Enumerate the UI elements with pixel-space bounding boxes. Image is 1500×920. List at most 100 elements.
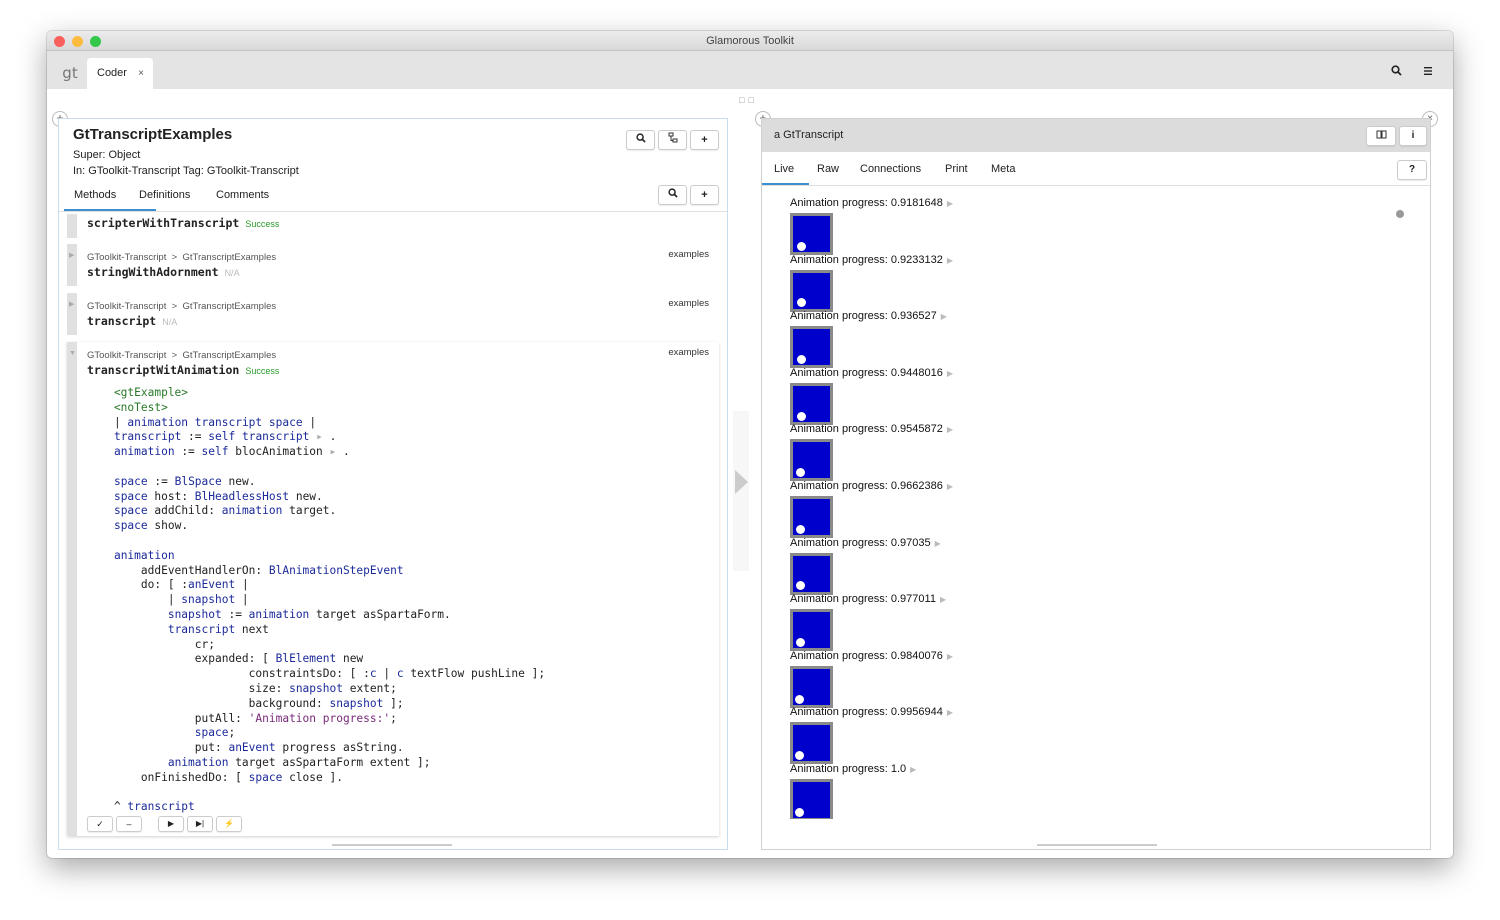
status-badge: Success bbox=[245, 219, 280, 229]
expand-arrow-icon[interactable]: ▶ bbox=[935, 539, 941, 548]
class-name: GtTranscriptExamples bbox=[73, 126, 233, 143]
tab-raw[interactable]: Raw bbox=[817, 163, 839, 175]
hierarchy-icon bbox=[668, 132, 677, 143]
collapse-icon[interactable]: ▼ bbox=[67, 350, 76, 357]
expand-arrow-icon[interactable]: ▶ bbox=[947, 199, 953, 208]
app-window: Glamorous Toolkit gt Coder × □□ + GtTran… bbox=[47, 31, 1453, 858]
expand-arrow-icon[interactable]: ▶ bbox=[940, 595, 946, 604]
profile-button[interactable]: ⚡ bbox=[216, 816, 242, 832]
expand-arrow-icon[interactable]: ▶ bbox=[947, 256, 953, 265]
book-button[interactable] bbox=[1366, 126, 1396, 146]
expand-arrow-icon[interactable]: ▶ bbox=[947, 425, 953, 434]
search-button[interactable] bbox=[626, 130, 655, 150]
transcript-entry-label: Animation progress: 0.9662386 ▶ bbox=[790, 480, 954, 492]
minimize-window-button[interactable] bbox=[72, 36, 83, 47]
inspector-title: a GtTranscript bbox=[774, 129, 844, 141]
animation-snapshot bbox=[790, 439, 833, 482]
animated-dot bbox=[795, 581, 805, 591]
expand-arrow-icon[interactable]: ▶ bbox=[941, 312, 947, 321]
animated-dot bbox=[795, 694, 805, 704]
zoom-window-button[interactable] bbox=[90, 36, 101, 47]
protocol-label: examples bbox=[668, 298, 709, 309]
scroll-handle[interactable] bbox=[1037, 844, 1157, 846]
search-icon bbox=[667, 188, 678, 198]
tabs-divider bbox=[59, 211, 727, 212]
breadcrumb: GToolkit-Transcript > GtTranscriptExampl… bbox=[87, 350, 277, 361]
animated-dot bbox=[797, 298, 807, 308]
breadcrumb: GToolkit-Transcript > GtTranscriptExampl… bbox=[87, 301, 277, 312]
transcript-entry-label: Animation progress: 0.9956944 ▶ bbox=[790, 706, 954, 719]
method-editor[interactable]: ▼ GToolkit-Transcript > GtTranscriptExam… bbox=[67, 342, 719, 836]
animation-snapshot bbox=[790, 779, 833, 819]
method-item[interactable]: ▶ GToolkit-Transcript > GtTranscriptExam… bbox=[67, 293, 719, 335]
inspector-pane: a GtTranscript i Live Raw Connections Pr… bbox=[761, 118, 1431, 850]
scroll-handle[interactable] bbox=[332, 844, 452, 846]
expand-arrow-icon[interactable]: ▶ bbox=[947, 708, 953, 717]
method-name: transcript N/A bbox=[87, 314, 178, 328]
animation-snapshot bbox=[790, 722, 833, 765]
transcript-entry-label: Animation progress: 0.9181648 ▶ bbox=[790, 197, 954, 209]
info-button[interactable]: i bbox=[1399, 126, 1427, 146]
tab-connections[interactable]: Connections bbox=[860, 163, 921, 175]
transcript-entry-label: Animation progress: 0.977011 ▶ bbox=[790, 593, 947, 606]
tab-meta[interactable]: Meta bbox=[991, 163, 1015, 175]
expand-icon[interactable]: ▶ bbox=[67, 252, 74, 259]
coder-pane: GtTranscriptExamples Super: Object In: G… bbox=[58, 118, 728, 850]
tab-comments[interactable]: Comments bbox=[216, 189, 269, 201]
transcript-entry-label: Animation progress: 0.97035 ▶ bbox=[790, 536, 941, 549]
discard-button[interactable]: – bbox=[116, 816, 142, 832]
expand-arrow-icon[interactable]: ▶ bbox=[947, 369, 953, 378]
animated-dot bbox=[795, 638, 805, 648]
method-item[interactable]: ▶ GToolkit-Transcript > GtTranscriptExam… bbox=[67, 244, 719, 286]
run-button[interactable]: ▶ bbox=[158, 816, 184, 832]
close-icon[interactable]: × bbox=[138, 58, 144, 89]
methods-search-button[interactable] bbox=[658, 185, 687, 205]
animation-snapshot bbox=[790, 382, 833, 425]
expand-arrow-icon[interactable]: ▶ bbox=[947, 482, 953, 491]
gt-logo[interactable]: gt bbox=[59, 61, 81, 87]
expand-icon[interactable]: ▶ bbox=[67, 301, 74, 308]
animated-dot bbox=[796, 468, 806, 478]
tab-methods[interactable]: Methods bbox=[74, 189, 116, 201]
transcript-entry-label: Animation progress: 0.9840076 ▶ bbox=[790, 649, 954, 662]
tab-definitions[interactable]: Definitions bbox=[139, 189, 190, 201]
transcript-view[interactable]: Animation progress: 0.9181648 ▶ Animation … bbox=[762, 189, 1430, 819]
status-badge: Success bbox=[245, 366, 280, 376]
transcript-entry-label: Animation progress: 1.0 ▶ bbox=[790, 763, 917, 775]
tab-bar: gt Coder × bbox=[47, 51, 1453, 89]
superclass-label: Super: Object bbox=[73, 149, 141, 161]
status-badge: N/A bbox=[162, 317, 178, 327]
animation-snapshot bbox=[790, 326, 833, 369]
method-item[interactable]: scripterWithTranscript Success bbox=[67, 214, 719, 238]
close-window-button[interactable] bbox=[54, 36, 65, 47]
add-button[interactable]: + bbox=[690, 130, 719, 150]
title-bar: Glamorous Toolkit bbox=[47, 31, 1453, 51]
tab-live[interactable]: Live bbox=[774, 163, 794, 175]
method-name: scripterWithTranscript Success bbox=[87, 216, 280, 230]
tab-print[interactable]: Print bbox=[945, 163, 968, 175]
animation-snapshot bbox=[790, 665, 833, 708]
menu-icon[interactable] bbox=[1420, 65, 1436, 79]
animated-dot bbox=[796, 354, 806, 364]
animation-snapshot bbox=[790, 213, 833, 255]
help-button[interactable]: ? bbox=[1397, 160, 1427, 180]
animated-dot bbox=[795, 751, 805, 761]
method-source-code[interactable]: <gtExample> <noTest> | animation transcr… bbox=[87, 386, 545, 815]
expand-arrow-icon[interactable]: ▶ bbox=[947, 652, 953, 661]
chevron-right-icon bbox=[735, 470, 748, 494]
expand-arrow-icon[interactable]: ▶ bbox=[910, 765, 916, 774]
window-title: Glamorous Toolkit bbox=[706, 35, 794, 47]
search-icon[interactable] bbox=[1388, 65, 1404, 79]
debug-button[interactable]: ▶| bbox=[187, 816, 213, 832]
animation-snapshot bbox=[790, 269, 833, 312]
scroll-indicator[interactable] bbox=[1396, 210, 1404, 218]
protocol-label: examples bbox=[668, 347, 709, 358]
method-name: stringWithAdornment N/A bbox=[87, 265, 240, 279]
accept-button[interactable]: ✓ bbox=[87, 816, 113, 832]
animation-snapshot bbox=[790, 552, 833, 595]
hierarchy-button[interactable] bbox=[658, 130, 687, 150]
animation-snapshot bbox=[790, 496, 833, 538]
tab-coder[interactable]: Coder × bbox=[87, 58, 153, 89]
transcript-entry-label: Animation progress: 0.9545872 ▶ bbox=[790, 423, 954, 436]
add-method-button[interactable]: + bbox=[690, 185, 719, 205]
